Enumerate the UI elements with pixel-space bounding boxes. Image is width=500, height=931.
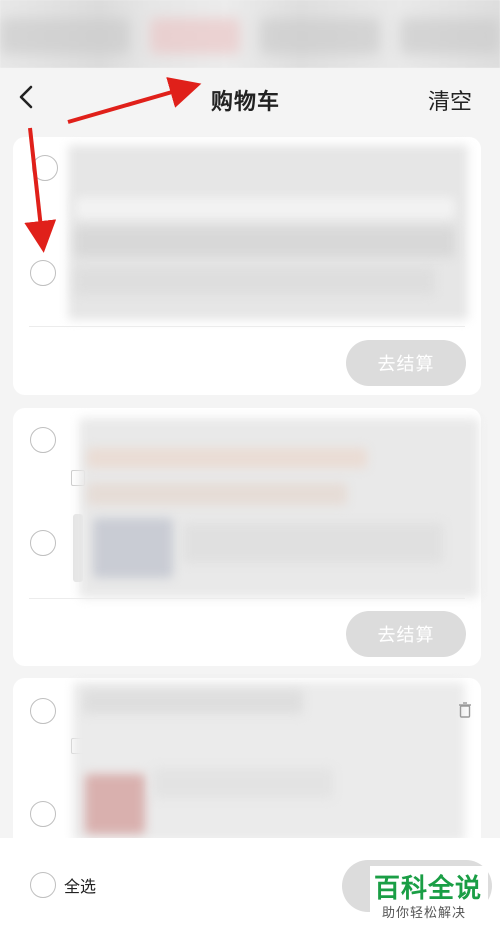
store-select-radio[interactable] (30, 698, 56, 724)
cart-store-card (13, 678, 481, 853)
trash-icon[interactable] (458, 702, 472, 718)
blurred-product (75, 267, 435, 295)
store-select-radio[interactable] (32, 155, 58, 181)
watermark-subtitle: 助你轻松解决 (382, 905, 467, 920)
cart-store-card: 去结算 (13, 408, 481, 666)
blurred-product (85, 774, 145, 834)
status-blur (260, 18, 380, 54)
store-select-radio[interactable] (30, 427, 56, 453)
blurred-product (153, 768, 333, 798)
status-blur (150, 18, 240, 54)
nav-header: 购物车 清空 (0, 68, 500, 128)
chevron-left-icon (19, 85, 33, 109)
watermark-brand: 百科全说 (374, 873, 483, 903)
blurred-product (183, 523, 443, 563)
checkout-button[interactable]: 去结算 (346, 611, 466, 657)
page-title: 购物车 (211, 89, 281, 114)
cart-store-card: 去结算 (13, 137, 481, 395)
checkout-button[interactable]: 去结算 (346, 340, 466, 386)
divider (29, 326, 465, 327)
blurred-product (75, 227, 455, 257)
watermark-logo: 百科全说 助你轻松解决 (370, 866, 488, 926)
blurred-product (87, 483, 347, 505)
divider (29, 598, 465, 599)
blurred-product (83, 690, 303, 714)
back-button[interactable] (12, 80, 40, 114)
item-select-radio[interactable] (30, 530, 56, 556)
item-select-radio[interactable] (30, 801, 56, 827)
blurred-product (93, 518, 173, 578)
select-all-radio[interactable] (30, 872, 56, 898)
blurred-product (87, 448, 367, 468)
item-select-radio[interactable] (30, 260, 56, 286)
status-blur (400, 18, 500, 54)
select-all-toggle[interactable]: 全选 (30, 872, 96, 898)
select-all-label: 全选 (64, 879, 97, 896)
blurred-product (75, 197, 455, 219)
status-bar (0, 0, 500, 68)
status-blur (0, 18, 130, 54)
clear-button[interactable]: 清空 (428, 84, 472, 116)
